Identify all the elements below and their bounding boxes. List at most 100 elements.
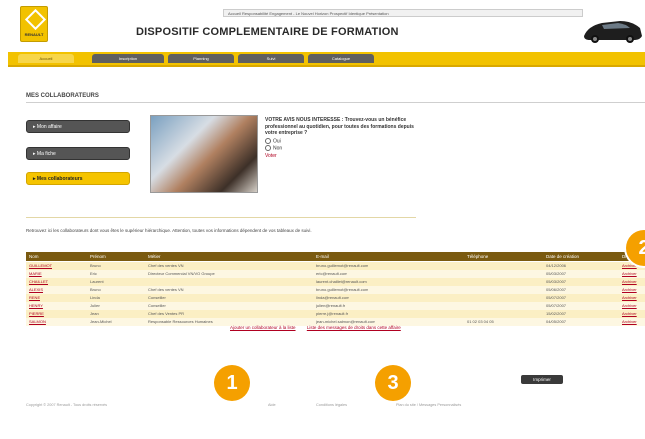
poll-option-oui[interactable]: Oui	[265, 137, 415, 144]
row-email: pierre.j@renault.fr	[316, 311, 349, 316]
row-prenom: Linda	[90, 295, 100, 300]
col-prenom[interactable]: Prénom	[90, 252, 106, 261]
row-metier: Chef des ventes VN	[148, 287, 184, 292]
table-row: ALEXIS Bruno Chef des ventes VN bruno.gu…	[26, 286, 645, 294]
radio-icon[interactable]	[265, 137, 271, 144]
col-email[interactable]: E-mail	[316, 252, 329, 261]
row-date: 15/02/2007	[546, 311, 567, 316]
row-nom[interactable]: MARIE	[29, 270, 42, 278]
table-header: Nom Prénom Métier E-mail Téléphone Date …	[26, 252, 645, 261]
section-divider	[26, 102, 645, 103]
renault-logo[interactable]: RENAULT	[20, 6, 48, 42]
archive-link[interactable]: Archiver	[622, 318, 637, 326]
row-nom[interactable]: PIERRE	[29, 310, 44, 318]
ma-fiche-button[interactable]: ▸ Ma fiche	[26, 147, 130, 160]
row-nom[interactable]: RENE	[29, 294, 40, 302]
row-date: 05/03/2007	[546, 271, 567, 276]
row-prenom: Jean-Michel	[90, 319, 112, 324]
page: RENAULT Accueil Responsabilité Engagemen…	[8, 0, 645, 439]
section-title: MES COLLABORATEURS	[26, 93, 99, 99]
bottom-links: Ajouter un collaborateur à la liste List…	[230, 325, 411, 330]
archive-link[interactable]: Archiver	[622, 286, 637, 294]
poll-option-label: Oui	[273, 137, 281, 144]
row-email: eric@renault.com	[316, 271, 348, 276]
row-date: 05/07/2007	[546, 303, 567, 308]
row-date: 05/03/2007	[546, 279, 567, 284]
table-row: GUILLEMOT Bruno Chef des ventes VN bruno…	[26, 262, 645, 270]
poll-option-label: Non	[273, 145, 283, 152]
col-nom[interactable]: Nom	[29, 252, 39, 261]
annotation-badge-3: 3	[375, 365, 411, 401]
row-nom[interactable]: SALMON	[29, 318, 46, 326]
row-prenom: Eric	[90, 271, 97, 276]
archive-link[interactable]: Archiver	[622, 278, 637, 286]
table-row: PIERRE Jean Chef des Ventes PR pierre.j@…	[26, 310, 645, 318]
row-metier: Responsable Ressources Humaines	[148, 319, 213, 324]
archive-link[interactable]: Archiver	[622, 302, 637, 310]
row-metier: Conseiller	[148, 295, 166, 300]
table-row: HENRY Julien Conseiller julien@renault.f…	[26, 302, 645, 310]
footer-link-aide[interactable]: Aide	[268, 403, 276, 407]
row-nom[interactable]: HENRY	[29, 302, 43, 310]
archive-link[interactable]: Archiver	[622, 270, 637, 278]
footer: Copyright © 2007 Renault - Tous droits r…	[26, 403, 581, 411]
col-date[interactable]: Date de création	[546, 252, 579, 261]
mon-affaire-button[interactable]: ▸ Mon affaire	[26, 120, 130, 133]
col-telephone[interactable]: Téléphone	[467, 252, 488, 261]
tab-inscription[interactable]: Inscription	[92, 54, 164, 63]
add-collaborator-link[interactable]: Ajouter un collaborateur à la liste	[230, 325, 296, 330]
archive-link[interactable]: Archiver	[622, 294, 637, 302]
brand-label: RENAULT	[24, 32, 44, 37]
row-email: julien@renault.fr	[316, 303, 346, 308]
tab-suivi[interactable]: Suivi	[238, 54, 304, 63]
table-row: CHAILLET Laurent laurent.chaillet@renaul…	[26, 278, 645, 286]
row-metier: Conseiller	[148, 303, 166, 308]
row-date: 05/06/2007	[546, 287, 567, 292]
row-telephone: 01 02 03 04 05	[467, 319, 494, 324]
table-row: RENE Linda Conseiller linda@renault.com …	[26, 294, 645, 302]
footer-link-sitemap[interactable]: Plan du site / Messages Personnalisés	[396, 403, 461, 407]
tab-planning[interactable]: Planning	[168, 54, 234, 63]
row-nom[interactable]: ALEXIS	[29, 286, 43, 294]
rights-messages-link[interactable]: Liste des messages de droits dans cette …	[307, 325, 401, 330]
row-metier: Chef des Ventes PR	[148, 311, 185, 316]
copyright: Copyright © 2007 Renault - Tous droits r…	[26, 403, 108, 407]
row-nom[interactable]: GUILLEMOT	[29, 262, 52, 270]
poll-option-non[interactable]: Non	[265, 144, 415, 152]
row-prenom: Bruno	[90, 263, 101, 268]
header: RENAULT Accueil Responsabilité Engagemen…	[8, 0, 645, 52]
vote-link[interactable]: Voter	[265, 153, 415, 159]
poll-question: VOTRE AVIS NOUS INTERESSE : Trouvez-vous…	[265, 117, 414, 136]
page-title: DISPOSITIF COMPLEMENTAIRE DE FORMATION	[136, 26, 399, 38]
row-date: 04/05/2007	[546, 319, 567, 324]
table-row: MARIE Eric Directeur Commercial VN/VO Gr…	[26, 270, 645, 278]
row-metier: Chef des ventes VN	[148, 263, 184, 268]
row-prenom: Julien	[90, 303, 101, 308]
content-divider	[26, 217, 416, 218]
renault-diamond-icon	[24, 8, 47, 31]
row-nom[interactable]: CHAILLET	[29, 278, 48, 286]
poll: VOTRE AVIS NOUS INTERESSE : Trouvez-vous…	[265, 117, 415, 159]
row-email: bruno.guillemot@renault.com	[316, 287, 369, 292]
mes-collaborateurs-button[interactable]: ▸ Mes collaborateurs	[26, 172, 130, 185]
radio-icon[interactable]	[265, 144, 271, 151]
row-prenom: Bruno	[90, 287, 101, 292]
tab-accueil[interactable]: Accueil	[18, 54, 74, 63]
row-email: linda@renault.com	[316, 295, 350, 300]
tab-catalogue[interactable]: Catalogue	[308, 54, 374, 63]
footer-link-legal[interactable]: Conditions légales	[316, 403, 347, 407]
main-nav: Accueil Inscription Planning Suivi Catal…	[8, 52, 645, 67]
top-links-bar[interactable]: Accueil Responsabilité Engagement - Le N…	[223, 9, 583, 17]
row-prenom: Laurent	[90, 279, 104, 284]
print-button[interactable]: Imprimer	[521, 375, 563, 384]
team-photo	[150, 115, 258, 193]
archive-link[interactable]: Archiver	[622, 310, 637, 318]
row-metier: Directeur Commercial VN/VO Groupe	[148, 271, 215, 276]
car-image	[584, 21, 642, 43]
row-date: 04/12/2006	[546, 263, 567, 268]
row-email: laurent.chaillet@renault.com	[316, 279, 367, 284]
row-date: 05/07/2007	[546, 295, 567, 300]
row-email: bruno.guillemot@renault.com	[316, 263, 369, 268]
col-metier[interactable]: Métier	[148, 252, 161, 261]
info-text: Retrouvez ici les collaborateurs dont vo…	[26, 228, 312, 233]
